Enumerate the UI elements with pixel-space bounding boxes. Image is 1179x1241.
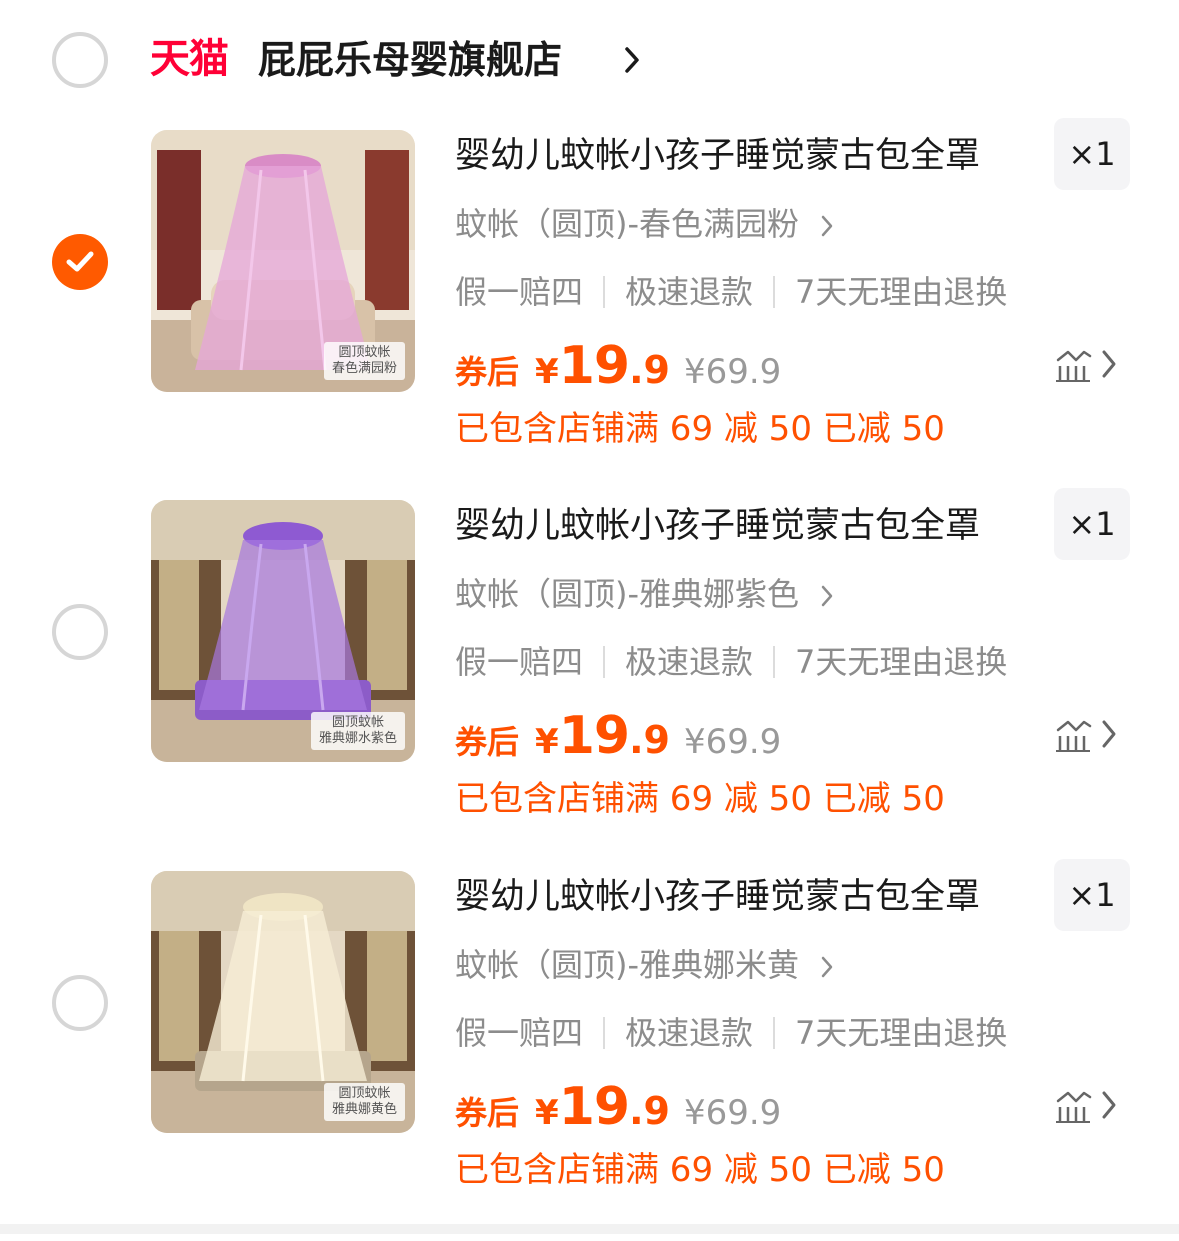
price-row: 券后 ¥ 19 .9 ¥69.9 [455,336,781,396]
guarantee-tag: 假一赔四 [455,1014,584,1052]
guarantee-tag: 7天无理由退换 [795,1014,1008,1052]
after-coupon-label: 券后 [455,1094,520,1132]
product-title[interactable]: 婴幼儿蚊帐小孩子睡觉蒙古包全罩 [455,504,980,548]
guarantee-tag: 7天无理由退换 [795,273,1008,311]
service-guarantees: 假一赔四 极速退款 7天无理由退换 [455,1011,1007,1055]
currency-symbol: ¥ [535,352,559,392]
store-name-link[interactable]: 屁屁乐母婴旗舰店 [258,35,562,85]
image-caption: 圆顶蚊帐 雅典娜黄色 [323,1083,405,1121]
product-image[interactable]: 圆顶蚊帐 春色满园粉 [151,130,415,392]
price-decimal: .9 [629,348,670,392]
original-price: ¥69.9 [683,722,782,762]
divider [603,1017,606,1049]
cart-item: 圆顶蚊帐 春色满园粉 婴幼儿蚊帐小孩子睡觉蒙古包全罩 ×1 蚊帐（圆顶)-春色满… [0,118,1179,500]
currency-symbol: ¥ [535,1093,559,1133]
image-caption: 圆顶蚊帐 春色满园粉 [323,342,405,380]
guarantee-tag: 7天无理由退换 [795,643,1008,681]
chevron-right-icon [821,215,833,237]
guarantee-tag: 极速退款 [625,273,754,311]
price-integer: 19 [558,1077,630,1137]
divider [773,646,776,678]
price-integer: 19 [558,336,630,396]
item-select-radio[interactable] [52,975,108,1031]
service-guarantees: 假一赔四 极速退款 7天无理由退换 [455,640,1007,684]
discount-text: 已包含店铺满 69 减 50 已减 50 [455,1150,945,1190]
price-decimal: .9 [629,1089,670,1133]
guarantee-tag: 极速退款 [625,1014,754,1052]
currency-symbol: ¥ [535,722,559,762]
guarantee-tag: 极速退款 [625,643,754,681]
quantity-button[interactable]: ×1 [1054,488,1130,560]
product-title[interactable]: 婴幼儿蚊帐小孩子睡觉蒙古包全罩 [455,875,980,919]
cart-item: 圆顶蚊帐 雅典娜黄色 婴幼儿蚊帐小孩子睡觉蒙古包全罩 ×1 蚊帐（圆顶)-雅典娜… [0,859,1179,1241]
divider [773,1017,776,1049]
chevron-right-icon[interactable] [624,46,640,74]
product-image[interactable]: 圆顶蚊帐 雅典娜黄色 [151,871,415,1133]
sku-label: 蚊帐（圆顶)-雅典娜紫色 [455,575,800,613]
price-row: 券后 ¥ 19 .9 ¥69.9 [455,1077,781,1137]
after-coupon-label: 券后 [455,353,520,391]
quantity-button[interactable]: ×1 [1054,118,1130,190]
check-icon [66,251,94,272]
item-select-radio[interactable] [52,234,108,290]
discount-text: 已包含店铺满 69 减 50 已减 50 [455,409,945,449]
store-select-radio[interactable] [52,32,108,88]
tmall-logo: 天猫 [150,36,229,82]
sku-selector[interactable]: 蚊帐（圆顶)-春色满园粉 [455,202,833,246]
bottom-divider [0,1224,1179,1234]
price-integer: 19 [558,706,630,766]
sku-label: 蚊帐（圆顶)-雅典娜米黄 [455,946,800,984]
after-coupon-label: 券后 [455,723,520,761]
sku-selector[interactable]: 蚊帐（圆顶)-雅典娜紫色 [455,572,833,616]
price-trend-icon[interactable] [1054,346,1124,386]
price-decimal: .9 [629,718,670,762]
discount-text: 已包含店铺满 69 减 50 已减 50 [455,779,945,819]
guarantee-tag: 假一赔四 [455,273,584,311]
cart-item: 圆顶蚊帐 雅典娜水紫色 婴幼儿蚊帐小孩子睡觉蒙古包全罩 ×1 蚊帐（圆顶)-雅典… [0,488,1179,870]
divider [603,646,606,678]
price-row: 券后 ¥ 19 .9 ¥69.9 [455,706,781,766]
image-caption: 圆顶蚊帐 雅典娜水紫色 [310,712,405,750]
original-price: ¥69.9 [683,1093,782,1133]
divider [603,276,606,308]
original-price: ¥69.9 [683,352,782,392]
guarantee-tag: 假一赔四 [455,643,584,681]
divider [773,276,776,308]
product-image[interactable]: 圆顶蚊帐 雅典娜水紫色 [151,500,415,762]
chevron-right-icon [821,956,833,978]
product-title[interactable]: 婴幼儿蚊帐小孩子睡觉蒙古包全罩 [455,134,980,178]
sku-label: 蚊帐（圆顶)-春色满园粉 [455,205,800,243]
item-select-radio[interactable] [52,604,108,660]
store-header: 天猫 屁屁乐母婴旗舰店 [0,0,1179,120]
sku-selector[interactable]: 蚊帐（圆顶)-雅典娜米黄 [455,943,833,987]
quantity-button[interactable]: ×1 [1054,859,1130,931]
price-trend-icon[interactable] [1054,1087,1124,1127]
chevron-right-icon [821,585,833,607]
price-trend-icon[interactable] [1054,716,1124,756]
service-guarantees: 假一赔四 极速退款 7天无理由退换 [455,270,1007,314]
